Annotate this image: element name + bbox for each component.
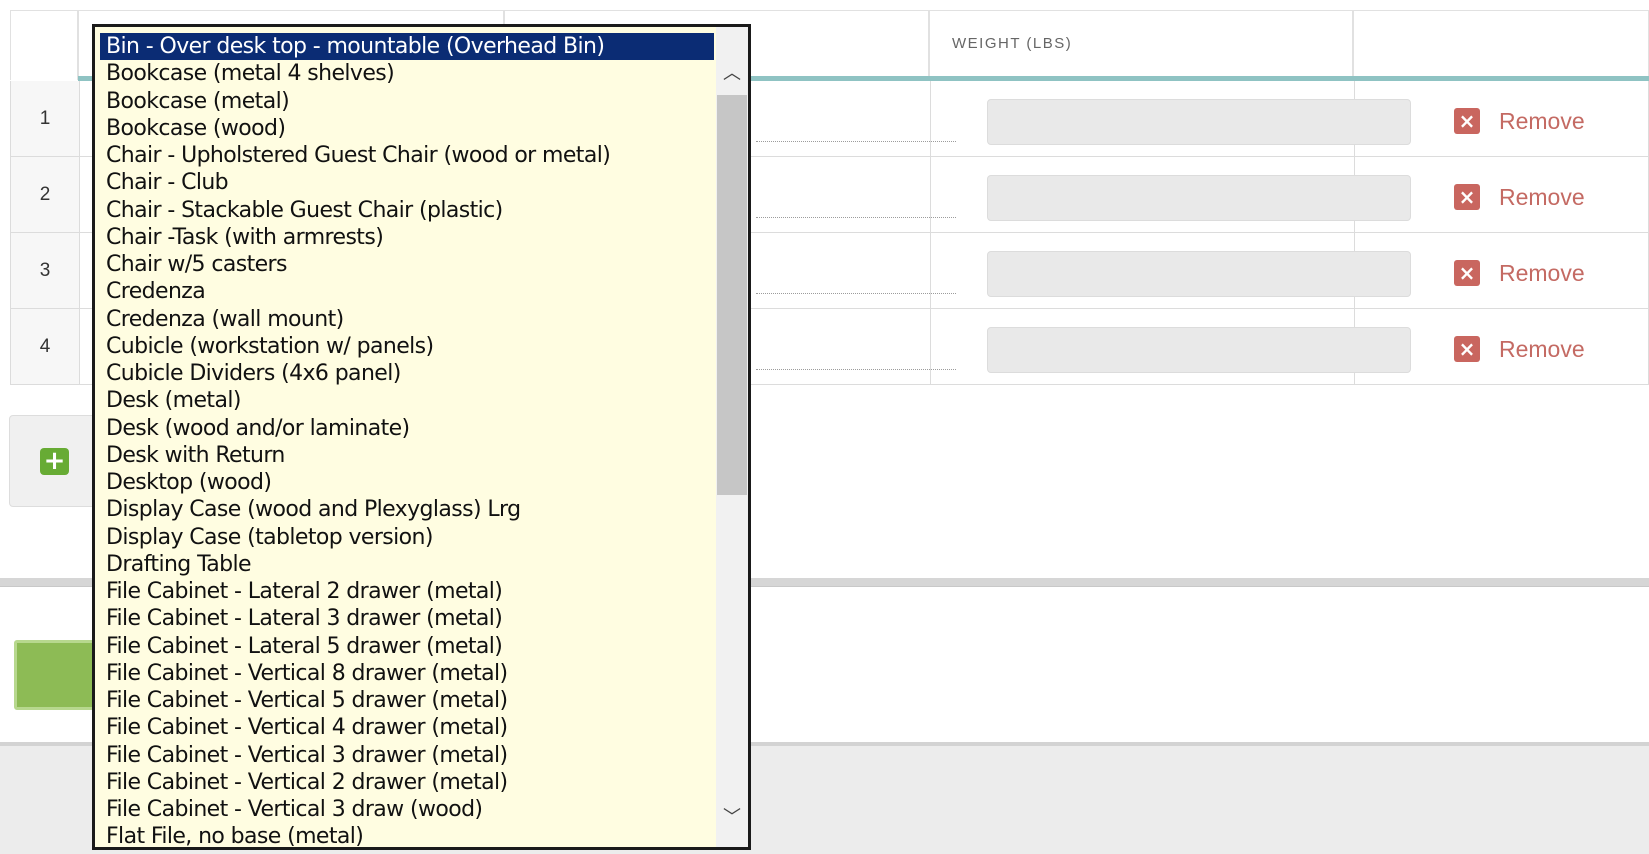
dropdown-option[interactable]: Drafting Table	[95, 551, 715, 578]
dropdown-option[interactable]: Bookcase (wood)	[95, 115, 715, 142]
row-number: 4	[11, 309, 79, 384]
remove-button[interactable]: × Remove	[1454, 107, 1585, 135]
header-cell-weight: WEIGHT (LBS)	[929, 10, 1353, 80]
scrollbar-thumb[interactable]	[717, 95, 747, 495]
dropdown-option[interactable]: Chair w/5 casters	[95, 251, 715, 278]
remove-label: Remove	[1499, 183, 1585, 210]
dropdown-option[interactable]: Chair - Stackable Guest Chair (plastic)	[95, 197, 715, 224]
plus-icon: +	[40, 448, 69, 475]
remove-button[interactable]: × Remove	[1454, 335, 1585, 363]
weight-input[interactable]	[987, 175, 1411, 221]
dropdown-scrollbar[interactable]: ︿ ﹀	[716, 27, 748, 847]
weight-input[interactable]	[987, 99, 1411, 145]
dropdown-option[interactable]: File Cabinet - Vertical 3 draw (wood)	[95, 796, 715, 823]
dropdown-option[interactable]: File Cabinet - Lateral 2 drawer (metal)	[95, 578, 715, 605]
remove-label: Remove	[1499, 107, 1585, 134]
dropdown-option[interactable]: Desk (metal)	[95, 387, 715, 414]
weight-input[interactable]	[987, 251, 1411, 297]
close-icon: ×	[1454, 336, 1480, 362]
dropdown-option[interactable]: File Cabinet - Vertical 4 drawer (metal)	[95, 714, 715, 741]
dropdown-option[interactable]: File Cabinet - Vertical 2 drawer (metal)	[95, 769, 715, 796]
remove-button[interactable]: × Remove	[1454, 259, 1585, 287]
chevron-down-icon[interactable]: ﹀	[716, 805, 748, 831]
dropdown-option[interactable]: Flat File, no base (metal)	[95, 823, 715, 847]
dropdown-option[interactable]: Desktop (wood)	[95, 469, 715, 496]
remove-label: Remove	[1499, 335, 1585, 362]
dropdown-option[interactable]: Chair - Upholstered Guest Chair (wood or…	[95, 142, 715, 169]
dropdown-option[interactable]: Credenza (wall mount)	[95, 306, 715, 333]
close-icon: ×	[1454, 260, 1480, 286]
dropdown-option[interactable]: Chair - Club	[95, 169, 715, 196]
dropdown-option[interactable]: File Cabinet - Vertical 3 drawer (metal)	[95, 742, 715, 769]
dropdown-option[interactable]: Cubicle (workstation w/ panels)	[95, 333, 715, 360]
close-icon: ×	[1454, 108, 1480, 134]
dropdown-option[interactable]: File Cabinet - Lateral 5 drawer (metal)	[95, 633, 715, 660]
row-number: 1	[11, 81, 79, 156]
dropdown-option[interactable]: Bin - Over desk top - mountable (Overhea…	[100, 33, 714, 61]
chevron-up-icon[interactable]: ︿	[716, 61, 748, 87]
item-name-field[interactable]	[756, 217, 956, 218]
item-type-dropdown[interactable]: Bin - Over desk top - mountable (Overhea…	[92, 24, 751, 850]
dropdown-option[interactable]: Bookcase (metal)	[95, 88, 715, 115]
dropdown-option[interactable]: Cubicle Dividers (4x6 panel)	[95, 360, 715, 387]
item-name-field[interactable]	[756, 141, 956, 142]
row-number: 3	[11, 233, 79, 308]
item-name-field[interactable]	[756, 369, 956, 370]
dropdown-option[interactable]: Credenza	[95, 278, 715, 305]
dropdown-option[interactable]: Display Case (tabletop version)	[95, 524, 715, 551]
dropdown-option[interactable]: Desk with Return	[95, 442, 715, 469]
dropdown-option[interactable]: Display Case (wood and Plexyglass) Lrg	[95, 496, 715, 523]
header-cell-actions	[1353, 10, 1649, 80]
close-icon: ×	[1454, 184, 1480, 210]
item-name-field[interactable]	[756, 293, 956, 294]
weight-input[interactable]	[987, 327, 1411, 373]
header-cell-num	[10, 10, 78, 80]
dropdown-option[interactable]: Chair -Task (with armrests)	[95, 224, 715, 251]
dropdown-option[interactable]: Bookcase (metal 4 shelves)	[95, 60, 715, 87]
remove-button[interactable]: × Remove	[1454, 183, 1585, 211]
dropdown-options: Bin - Over desk top - mountable (Overhea…	[95, 33, 715, 847]
remove-label: Remove	[1499, 259, 1585, 286]
dropdown-option[interactable]: File Cabinet - Vertical 5 drawer (metal)	[95, 687, 715, 714]
weight-column-header: WEIGHT (LBS)	[952, 35, 1073, 52]
dropdown-option[interactable]: File Cabinet - Vertical 8 drawer (metal)	[95, 660, 715, 687]
dropdown-option[interactable]: File Cabinet - Lateral 3 drawer (metal)	[95, 605, 715, 632]
row-number: 2	[11, 157, 79, 232]
dropdown-option[interactable]: Desk (wood and/or laminate)	[95, 415, 715, 442]
